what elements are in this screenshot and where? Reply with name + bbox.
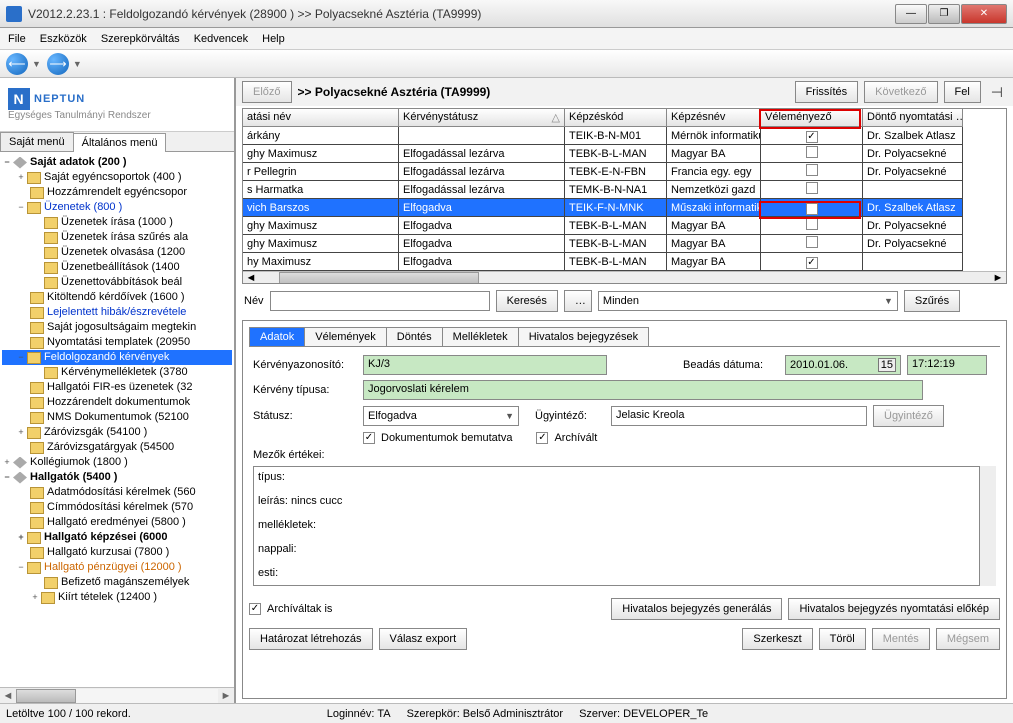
tab-hivatalos[interactable]: Hivatalos bejegyzések — [518, 327, 649, 346]
tree-selected-feldolgozando: −Feldolgozandó kérvények — [2, 350, 232, 365]
maximize-button[interactable]: ❐ — [928, 4, 960, 24]
main: Előző >> Polyacsekné Asztéria (TA9999) F… — [236, 78, 1013, 703]
ugyintezo-field: Jelasic Kreola — [611, 406, 867, 426]
nav-back-dropdown[interactable]: ▼ — [32, 59, 41, 69]
megsem-button[interactable]: Mégsem — [936, 628, 1000, 650]
server: Szerver: DEVELOPER_Te — [579, 708, 708, 720]
valasz-export-button[interactable]: Válasz export — [379, 628, 468, 650]
torol-button[interactable]: Töröl — [819, 628, 866, 650]
neptun-logo: NNEPTUN Egységes Tanulmányi Rendszer — [0, 78, 234, 132]
statusbar: Letöltve 100 / 100 rekord. Loginnév: TA … — [0, 703, 1013, 723]
mentes-button[interactable]: Mentés — [872, 628, 930, 650]
kervenyazonosito-field: KJ/3 — [363, 355, 607, 375]
table-row[interactable]: ghy MaximuszElfogadvaTEBK-B-L-MANMagyar … — [243, 235, 1006, 253]
filter-dropdown[interactable]: Minden▼ — [598, 291, 898, 311]
table-row[interactable]: r PellegrinElfogadással lezárvaTEBK-E-N-… — [243, 163, 1006, 181]
szerkeszt-button[interactable]: Szerkeszt — [742, 628, 812, 650]
hivatalos-generalas-button[interactable]: Hivatalos bejegyzés generálás — [611, 598, 782, 620]
status-dropdown[interactable]: Elfogadva▼ — [363, 406, 519, 426]
table-row[interactable]: hy MaximuszElfogadvaTEBK-B-L-MANMagyar B… — [243, 253, 1006, 271]
browse-button[interactable]: … — [564, 290, 592, 312]
sidebar-hscroll[interactable]: ◄► — [0, 687, 234, 703]
label-nev: Név — [244, 295, 264, 307]
table-row[interactable]: ghy MaximuszElfogadvaTEBK-B-L-MANMagyar … — [243, 217, 1006, 235]
mezok-textarea[interactable]: típus: leírás: nincs cucc mellékletek: n… — [253, 466, 980, 586]
ugyintezo-button[interactable]: Ügyintéző — [873, 405, 944, 427]
loginname: Loginnév: TA — [327, 708, 391, 720]
next-button[interactable]: Következő — [864, 81, 937, 103]
data-grid[interactable]: atási név Kérvénystátusz△ Képzéskód Képz… — [242, 108, 1007, 284]
window-title: V2012.2.23.1 : Feldolgozandó kérvények (… — [28, 7, 895, 21]
table-row[interactable]: ghy MaximuszElfogadással lezárvaTEBK-B-L… — [243, 145, 1006, 163]
cb-dokumentumok[interactable]: ✓ — [363, 432, 375, 444]
hivatalos-nyomtatasi-button[interactable]: Hivatalos bejegyzés nyomtatási előkép — [788, 598, 1000, 620]
role: Szerepkör: Belső Adminisztrátor — [407, 708, 564, 720]
close-button[interactable]: ✕ — [961, 4, 1007, 24]
menu-eszkozok[interactable]: Eszközök — [40, 33, 87, 45]
sidebar-tabs: Saját menü Általános menü — [0, 132, 234, 152]
tab-sajat-menu[interactable]: Saját menü — [0, 132, 74, 151]
search-button[interactable]: Keresés — [496, 290, 558, 312]
grid-header: atási név Kérvénystátusz△ Képzéskód Képz… — [243, 109, 1006, 127]
tab-dontes[interactable]: Döntés — [386, 327, 443, 346]
szures-button[interactable]: Szűrés — [904, 290, 960, 312]
sidebar: NNEPTUN Egységes Tanulmányi Rendszer Saj… — [0, 78, 236, 703]
beadas-datum-field[interactable]: 2010.01.06.15 — [785, 355, 901, 375]
search-row: Név Keresés … Minden▼ Szűrés — [236, 286, 1013, 316]
beadas-ido-field: 17:12:19 — [907, 355, 987, 375]
menu-kedvencek[interactable]: Kedvencek — [194, 33, 248, 45]
table-row[interactable]: vich BarszosElfogadvaTEIK-F-N-MNKMűszaki… — [243, 199, 1006, 217]
cb-archivalt[interactable]: ✓ — [536, 432, 548, 444]
nav-back-button[interactable]: ⟵ — [6, 53, 28, 75]
ta-vscroll[interactable] — [980, 466, 996, 586]
hatarozat-button[interactable]: Határozat létrehozás — [249, 628, 373, 650]
detail-tabs: Adatok Vélemények Döntés Mellékletek Hiv… — [249, 327, 1000, 347]
menu-szerepkor[interactable]: Szerepkörváltás — [101, 33, 180, 45]
app-icon — [6, 6, 22, 22]
tab-mellekletek[interactable]: Mellékletek — [442, 327, 519, 346]
detail-panel: Adatok Vélemények Döntés Mellékletek Hiv… — [242, 320, 1007, 699]
nav-forward-dropdown[interactable]: ▼ — [73, 59, 82, 69]
nav-toolbar: ⟵ ▼ ⟶ ▼ — [0, 50, 1013, 78]
table-row[interactable]: s HarmatkaElfogadással lezárvaTEMK-B-N-N… — [243, 181, 1006, 199]
tree[interactable]: −Saját adatok (200 ) +Saját egyéncsoport… — [0, 152, 234, 687]
prev-button[interactable]: Előző — [242, 81, 292, 103]
tab-velemenyek[interactable]: Vélemények — [304, 327, 387, 346]
menubar: File Eszközök Szerepkörváltás Kedvencek … — [0, 28, 1013, 50]
menu-help[interactable]: Help — [262, 33, 285, 45]
grid-hscroll[interactable]: ◄► — [243, 271, 1006, 284]
refresh-button[interactable]: Frissítés — [795, 81, 859, 103]
cb-archivaltak-is[interactable]: ✓ — [249, 603, 261, 615]
heading: >> Polyacsekné Asztéria (TA9999) — [298, 85, 491, 99]
tab-adatok[interactable]: Adatok — [249, 327, 305, 346]
record-count: Letöltve 100 / 100 rekord. — [6, 708, 131, 720]
search-name-input[interactable] — [270, 291, 490, 311]
tab-altalanos-menu[interactable]: Általános menü — [73, 133, 167, 152]
pin-icon[interactable]: ⊣ — [991, 84, 1003, 101]
titlebar: V2012.2.23.1 : Feldolgozandó kérvények (… — [0, 0, 1013, 28]
up-button[interactable]: Fel — [944, 81, 981, 103]
menu-file[interactable]: File — [8, 33, 26, 45]
calendar-icon: 15 — [878, 358, 896, 372]
nav-forward-button[interactable]: ⟶ — [47, 53, 69, 75]
minimize-button[interactable]: — — [895, 4, 927, 24]
table-row[interactable]: árkányTEIK-B-N-M01Mérnök informatikus✓Dr… — [243, 127, 1006, 145]
kerveny-tipus-field: Jogorvoslati kérelem — [363, 380, 923, 400]
